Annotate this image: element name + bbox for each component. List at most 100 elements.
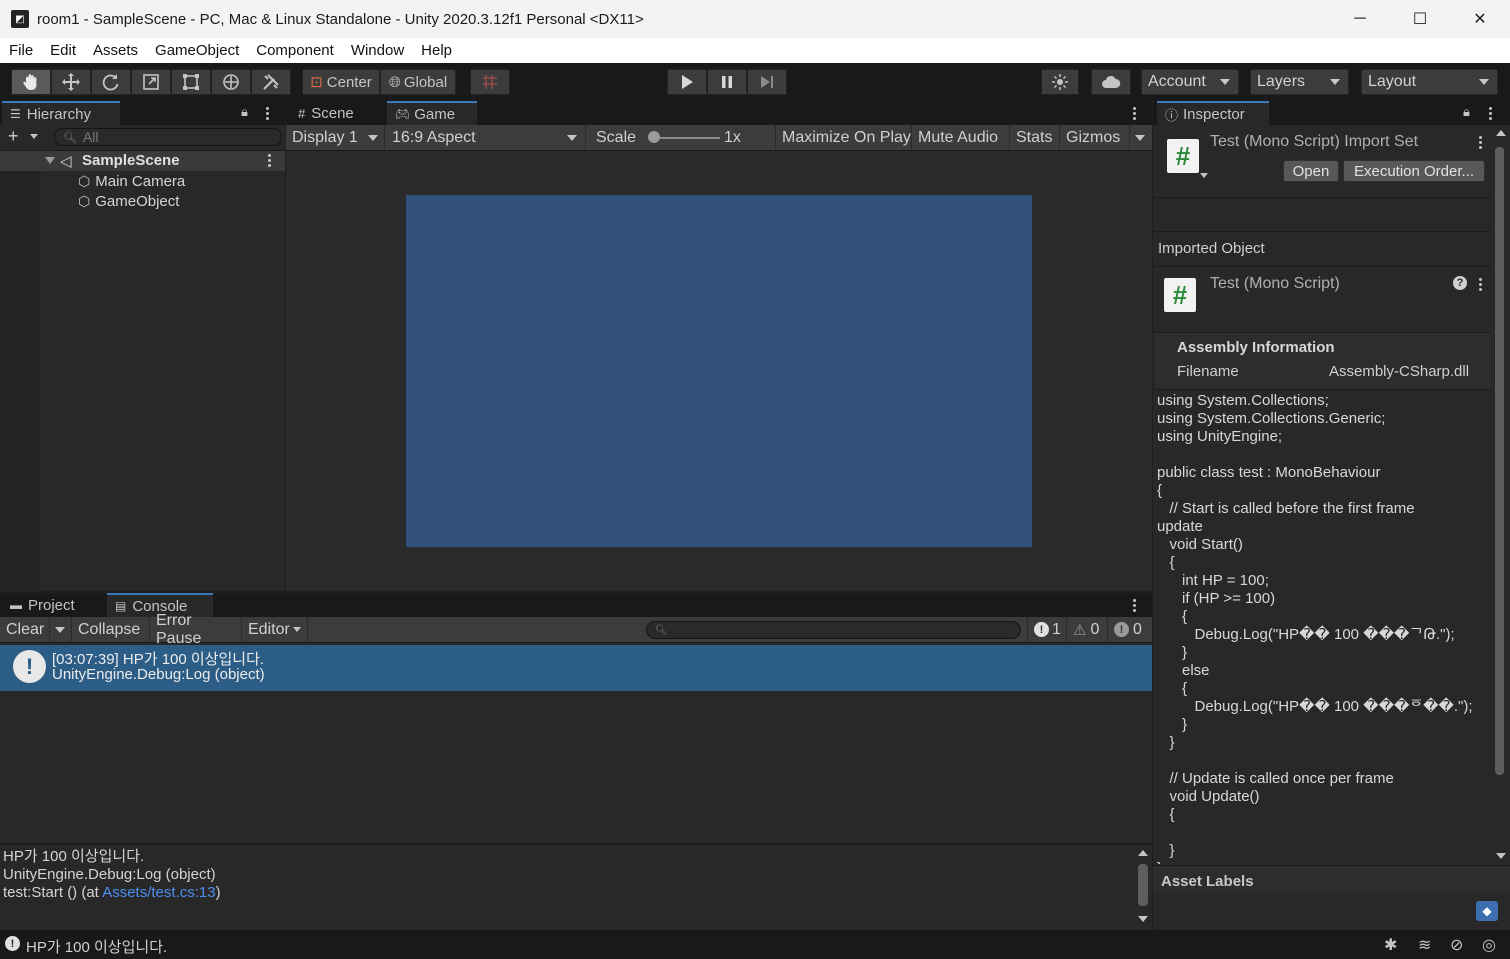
more-menu-icon[interactable] (1133, 599, 1136, 612)
scroll-down-icon[interactable] (1138, 916, 1148, 922)
scrollbar-thumb[interactable] (1138, 864, 1148, 906)
menu-file[interactable]: File (9, 42, 33, 59)
auto-generate-lighting-icon[interactable]: ⊘ (1450, 935, 1463, 955)
hierarchy-item[interactable]: ⬡ Main Camera (78, 171, 185, 191)
cache-server-icon[interactable]: ◎ (1482, 935, 1496, 955)
pivot-center-button[interactable]: ⊡ Center (302, 69, 380, 95)
transform-tools (11, 69, 291, 95)
account-dropdown[interactable]: Account (1141, 69, 1239, 95)
hierarchy-tabbar: ☰ Hierarchy 🔒︎ (0, 101, 285, 125)
status-message[interactable]: HP가 100 이상입니다. (26, 936, 167, 957)
maximize-on-play-toggle[interactable]: Maximize On Play (775, 125, 912, 150)
game-render-output[interactable] (406, 195, 1032, 547)
stack-file-link[interactable]: Assets/test.cs:13 (102, 884, 215, 901)
hierarchy-search-input[interactable]: 🔍︎ All (54, 128, 282, 146)
search-placeholder: All (82, 129, 99, 145)
maximize-button[interactable]: ☐ (1390, 0, 1450, 38)
minimize-button[interactable]: ─ (1330, 0, 1390, 38)
custom-tool-icon[interactable] (251, 69, 291, 95)
execution-order-button[interactable]: Execution Order... (1343, 160, 1485, 182)
add-icon[interactable]: + (8, 126, 19, 147)
open-button[interactable]: Open (1283, 160, 1339, 182)
more-menu-icon[interactable] (266, 107, 269, 120)
stack-prefix: test:Start () (at (3, 884, 103, 901)
script-more-icon[interactable] (1479, 278, 1482, 291)
lock-icon[interactable]: 🔒︎ (1463, 104, 1470, 120)
collab-icon[interactable] (1041, 69, 1079, 95)
pivot-global-button[interactable]: 🌐︎ Global (380, 69, 456, 95)
script-hash-icon: # (1164, 278, 1196, 312)
display-dropdown[interactable]: Display 1 (286, 125, 385, 150)
hierarchy-toolbar: + 🔍︎ All (0, 125, 285, 151)
hand-tool-icon[interactable] (11, 69, 51, 95)
collapse-toggle[interactable]: Collapse (72, 617, 150, 642)
lock-icon[interactable]: 🔒︎ (241, 104, 248, 120)
more-menu-icon[interactable] (1133, 107, 1136, 120)
stats-toggle[interactable]: Stats (1010, 125, 1060, 150)
tab-inspector[interactable]: ⓘ Inspector (1157, 101, 1269, 125)
more-menu-icon[interactable] (1489, 107, 1492, 120)
scene-more-icon[interactable] (268, 154, 271, 167)
info-log-icon: ! (13, 650, 46, 683)
progress-stack-icon[interactable]: ≋ (1418, 935, 1431, 955)
close-button[interactable]: ✕ (1450, 0, 1510, 38)
play-icon[interactable] (667, 69, 707, 95)
grid-snap-icon[interactable] (470, 69, 510, 95)
rotate-tool-icon[interactable] (91, 69, 131, 95)
stack-suffix: ) (215, 884, 221, 901)
scroll-up-icon[interactable] (1138, 850, 1148, 856)
scrollbar-thumb[interactable] (1495, 147, 1504, 775)
hierarchy-item[interactable]: ⬡ GameObject (78, 191, 179, 211)
inspector-scrollbar[interactable] (1491, 125, 1510, 865)
chevron-down-icon (55, 627, 65, 633)
debug-mode-icon[interactable]: ✱ (1384, 935, 1397, 955)
error-filter-toggle[interactable]: ! 0 (1108, 617, 1152, 642)
clear-button[interactable]: Clear (0, 617, 50, 642)
tab-game[interactable]: 🎮︎ Game (387, 101, 477, 125)
menu-edit[interactable]: Edit (50, 42, 76, 59)
transform-tool-icon[interactable] (211, 69, 251, 95)
scroll-down-icon[interactable] (1496, 853, 1506, 859)
mute-audio-toggle[interactable]: Mute Audio (912, 125, 1010, 150)
layout-dropdown[interactable]: Layout (1361, 69, 1498, 95)
scale-slider-track[interactable] (650, 137, 720, 139)
tab-hierarchy[interactable]: ☰ Hierarchy (2, 101, 120, 125)
help-icon[interactable]: ? (1453, 276, 1467, 290)
editor-dropdown[interactable]: Editor (242, 617, 308, 642)
scale-tool-icon[interactable] (131, 69, 171, 95)
console-log-entry[interactable]: ! [03:07:39] HP가 100 이상입니다. UnityEngine.… (0, 645, 1152, 691)
scale-slider-handle[interactable] (648, 131, 660, 143)
aspect-dropdown[interactable]: 16:9 Aspect (386, 125, 586, 150)
error-pause-toggle[interactable]: Error Pause (150, 612, 242, 647)
menu-help[interactable]: Help (421, 42, 452, 59)
chevron-down-icon[interactable] (1200, 173, 1208, 178)
scroll-up-icon[interactable] (1496, 130, 1506, 136)
search-icon: 🔍︎ (655, 624, 668, 636)
script-preview: using System.Collections; using System.C… (1157, 392, 1473, 864)
cloud-icon[interactable] (1091, 69, 1131, 95)
info-filter-toggle[interactable]: ! 1 (1027, 617, 1067, 642)
menu-window[interactable]: Window (351, 42, 404, 59)
menu-gameobject[interactable]: GameObject (155, 42, 239, 59)
clear-options-dropdown[interactable] (50, 617, 72, 642)
import-more-icon[interactable] (1479, 136, 1482, 149)
layers-dropdown[interactable]: Layers (1250, 69, 1349, 95)
step-icon[interactable] (747, 69, 787, 95)
gizmos-dropdown[interactable] (1130, 125, 1152, 150)
detail-scrollbar[interactable] (1136, 848, 1150, 926)
tab-project[interactable]: ▬ Project (2, 593, 102, 617)
console-search-input[interactable]: 🔍︎ (646, 621, 1021, 639)
gizmos-toggle[interactable]: Gizmos (1060, 125, 1130, 150)
chevron-down-icon (1479, 79, 1489, 85)
warning-filter-toggle[interactable]: ⚠ 0 (1067, 617, 1108, 642)
menu-assets[interactable]: Assets (93, 42, 138, 59)
tag-icon[interactable]: ◆ (1476, 901, 1498, 921)
expand-arrow-icon[interactable] (45, 157, 55, 164)
menu-component[interactable]: Component (256, 42, 334, 59)
chevron-down-icon[interactable] (30, 134, 38, 139)
tab-scene[interactable]: # Scene (290, 101, 380, 125)
pause-icon[interactable] (707, 69, 747, 95)
rect-tool-icon[interactable] (171, 69, 211, 95)
move-tool-icon[interactable] (51, 69, 91, 95)
scene-row[interactable]: ◁ SampleScene (0, 151, 285, 171)
